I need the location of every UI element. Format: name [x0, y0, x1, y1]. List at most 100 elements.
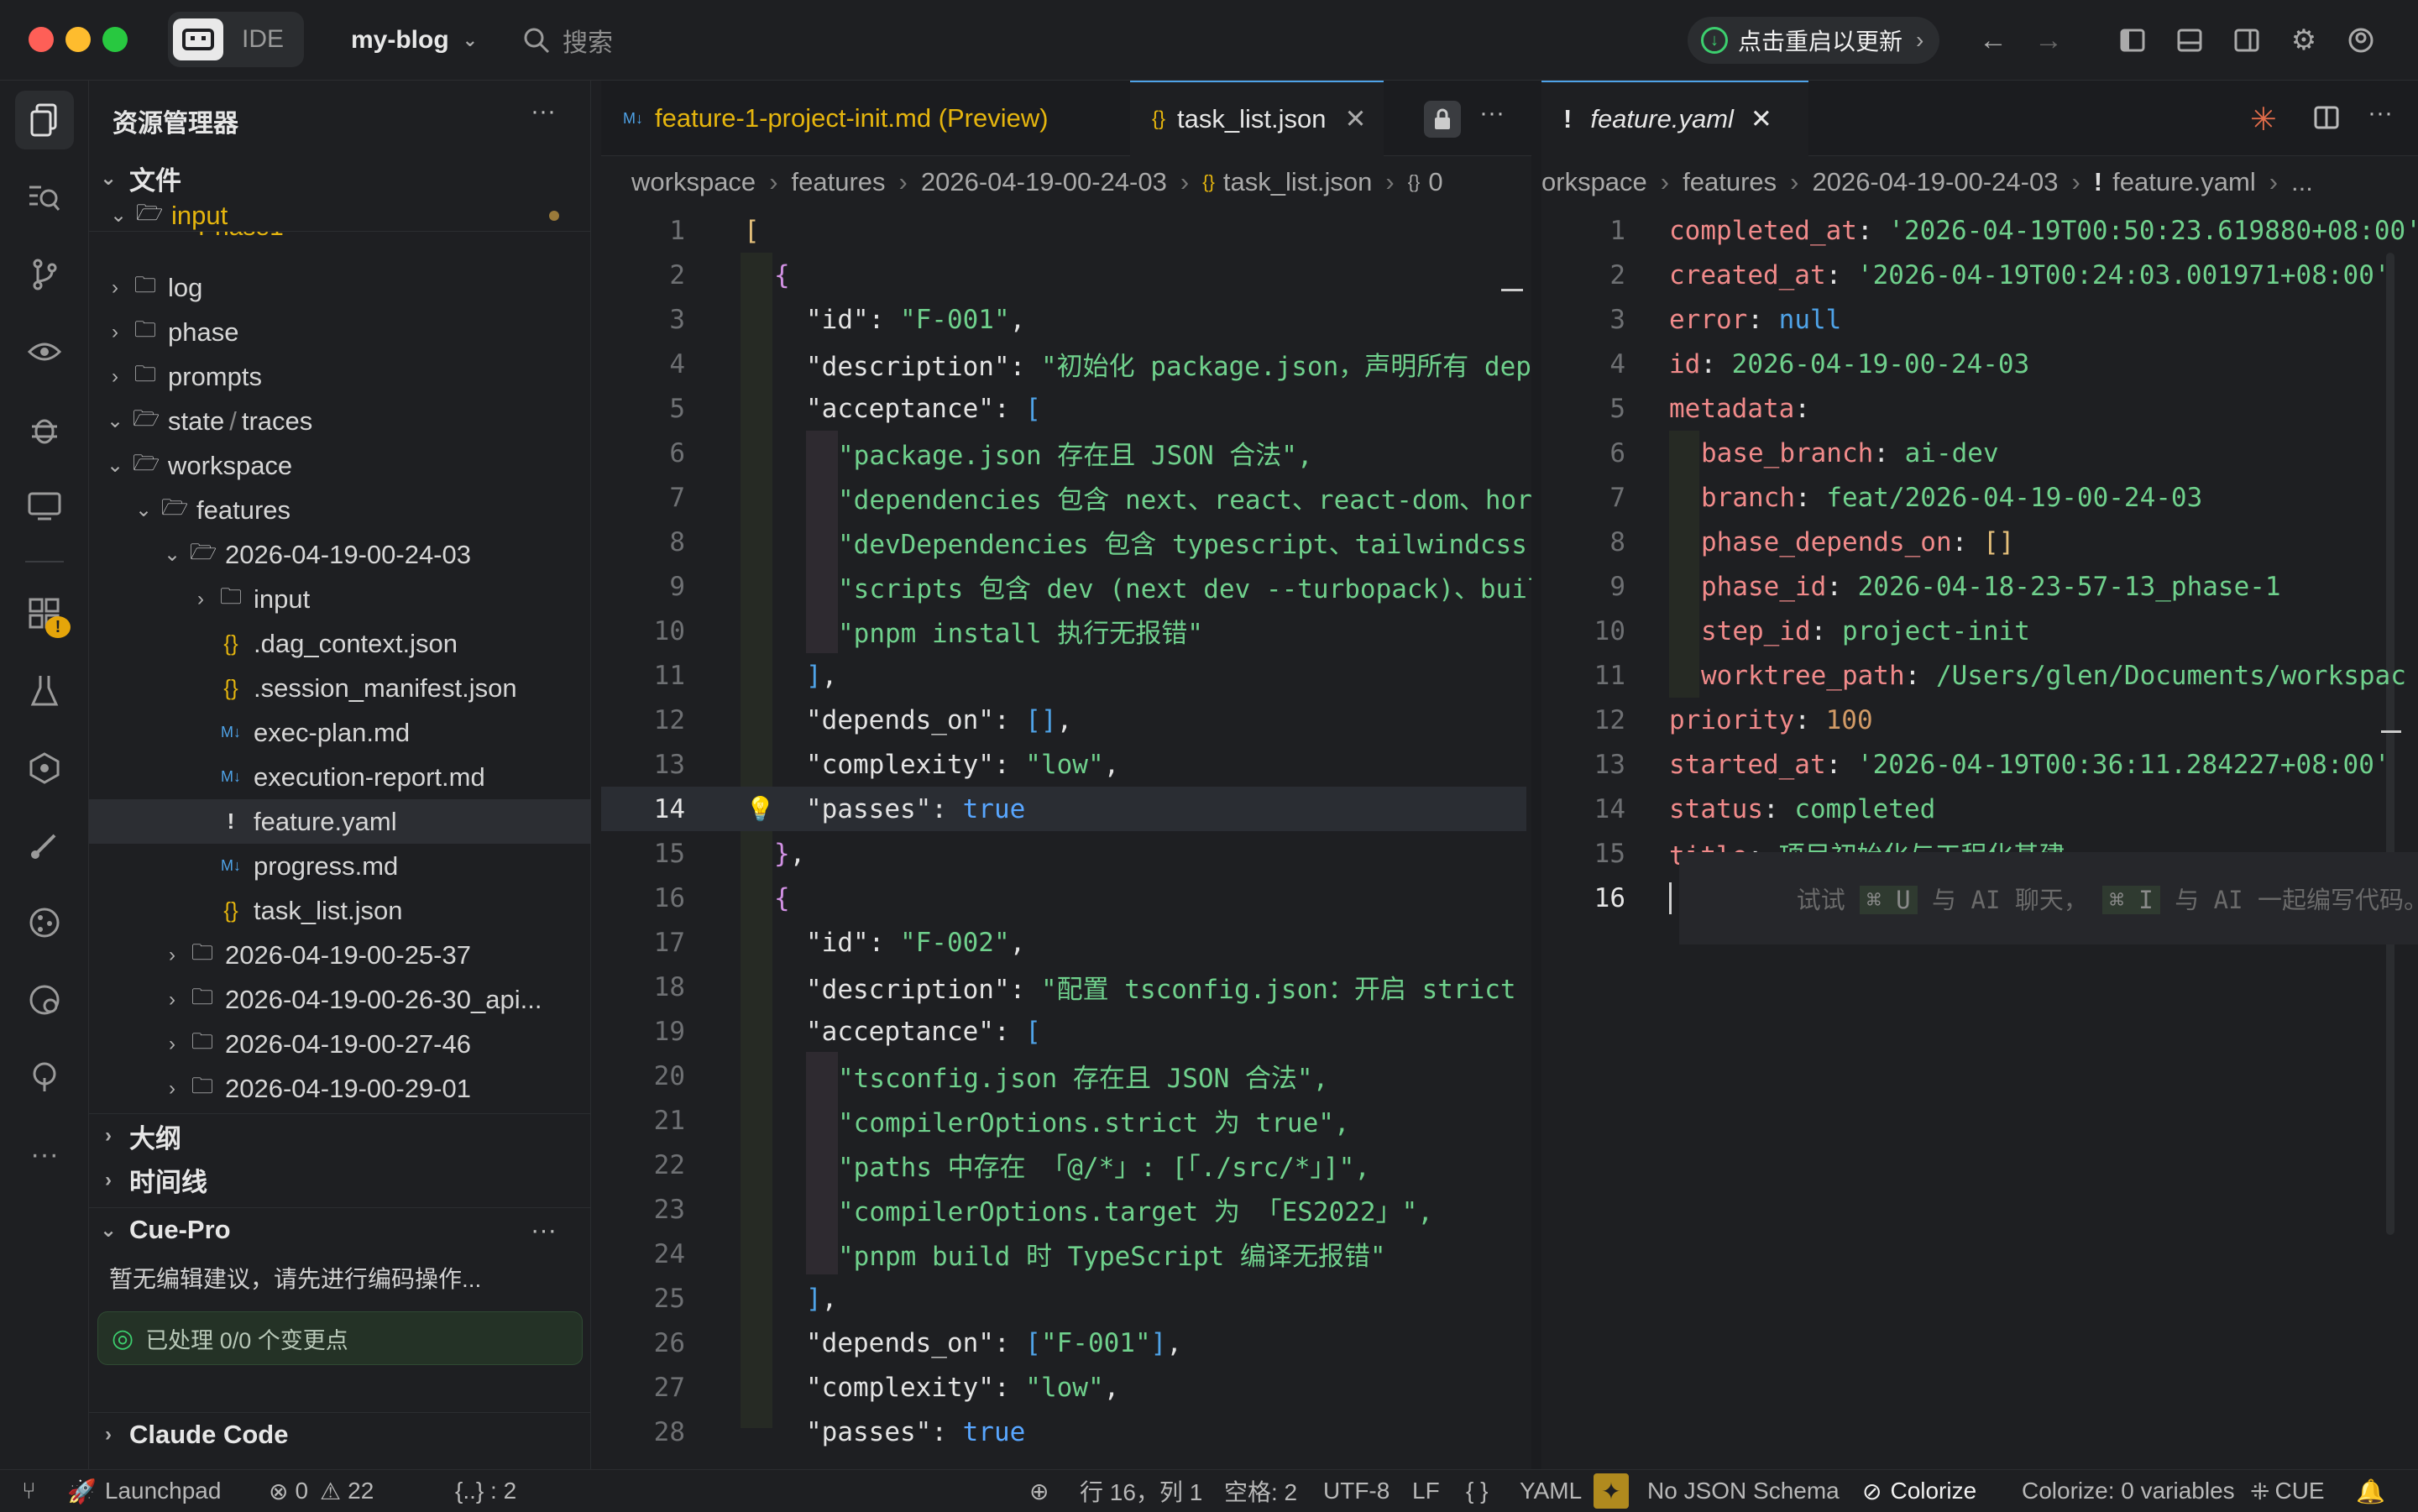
tab-feature-yaml[interactable]: ! feature.yaml ✕: [1541, 81, 1808, 156]
tree-item-state-traces[interactable]: ⌄ 🗁 state / traces: [89, 399, 591, 443]
breadcrumb-item[interactable]: features: [1683, 167, 1777, 197]
breadcrumb-item[interactable]: ...: [2291, 167, 2313, 197]
tree-item-feature-yaml[interactable]: ! feature.yaml: [89, 799, 591, 844]
project-switcher[interactable]: my-blog ⌄: [351, 20, 478, 60]
toggle-sidebar-icon[interactable]: [2116, 24, 2149, 57]
cue-pro-section-header[interactable]: ⌄ Cue-Pro ···: [89, 1207, 591, 1252]
gear-icon[interactable]: ⚙: [2287, 24, 2321, 57]
language-mode[interactable]: YAML: [1520, 1470, 1582, 1512]
source-control-icon[interactable]: [15, 245, 74, 304]
editor-splitter[interactable]: [1531, 81, 1541, 1469]
forward-arrow-icon[interactable]: →: [2028, 20, 2069, 60]
breadcrumb-item[interactable]: 2026-04-19-00-24-03: [921, 167, 1167, 197]
more-actions-icon[interactable]: ···: [2368, 99, 2393, 128]
explorer-icon[interactable]: [15, 91, 74, 149]
chevron-right-icon: ›: [169, 943, 175, 966]
problems-indicator[interactable]: ⊗ 0 ⚠ 22: [269, 1470, 374, 1512]
json-path-indicator[interactable]: {..} : 2: [455, 1470, 516, 1512]
code-editor-json[interactable]: 1[ 2{ 3 "id": "F-001", 4 "description": "初…: [601, 208, 1531, 1469]
more-icon[interactable]: ···: [15, 1125, 74, 1184]
ide-switcher[interactable]: IDE: [168, 12, 304, 67]
breadcrumb-item[interactable]: orkspace: [1541, 167, 1647, 197]
tree-item-workspace[interactable]: ⌄ 🗁 workspace: [89, 443, 591, 488]
indentation[interactable]: 空格: 2: [1224, 1470, 1297, 1512]
tree-item-run-folder-3[interactable]: › 🗀 2026-04-19-00-26-30_api...: [89, 977, 591, 1022]
remote-explorer-icon[interactable]: [15, 477, 74, 536]
more-actions-icon[interactable]: ···: [1479, 99, 1505, 128]
breadcrumb-item[interactable]: task_list.json: [1223, 167, 1372, 197]
toggle-secondary-sidebar-icon[interactable]: [2230, 24, 2264, 57]
close-icon[interactable]: ✕: [1751, 104, 1772, 134]
tree-item-prompts[interactable]: › 🗀 prompts: [89, 354, 591, 399]
extensions-icon[interactable]: !: [15, 584, 74, 643]
minimize-window-button[interactable]: [65, 27, 91, 52]
breadcrumb-item[interactable]: feature.yaml: [2112, 167, 2256, 197]
cue-pro-icon[interactable]: [15, 739, 74, 798]
tree-item-run-folder[interactable]: ⌄ 🗁 2026-04-19-00-24-03: [89, 532, 591, 577]
tree-item-session-manifest[interactable]: {} .session_manifest.json: [89, 666, 591, 710]
split-editor-icon[interactable]: [2314, 106, 2339, 133]
tree-item-dag-context[interactable]: {} .dag_context.json: [89, 621, 591, 666]
brush-icon[interactable]: [15, 816, 74, 875]
tree-item-phase[interactable]: › 🗀 phase: [89, 310, 591, 354]
code-line: 21 "compilerOptions.strict 为 true",: [653, 1105, 1350, 1139]
tree-item-log[interactable]: › 🗀 log: [89, 265, 591, 310]
tree-item-run-folder-4[interactable]: › 🗀 2026-04-19-00-27-46: [89, 1022, 591, 1066]
tab-feature-preview[interactable]: M↓ feature-1-project-init.md (Preview): [601, 81, 1130, 156]
tree-item-task-list[interactable]: {} task_list.json: [89, 888, 591, 933]
search-box[interactable]: 搜索: [522, 18, 613, 62]
close-window-button[interactable]: [29, 27, 54, 52]
tab-task-list[interactable]: {} task_list.json ✕: [1130, 81, 1384, 156]
zoom-window-button[interactable]: [102, 27, 128, 52]
search-files-icon[interactable]: [15, 168, 74, 227]
lightbulb-icon[interactable]: 💡: [746, 795, 775, 823]
zoom-icon[interactable]: ⊕: [1029, 1470, 1049, 1512]
cue-status[interactable]: ⁜ CUE: [2250, 1470, 2325, 1512]
json-schema-status[interactable]: No JSON Schema: [1647, 1470, 1840, 1512]
breadcrumb-item[interactable]: 0: [1428, 167, 1442, 197]
more-actions-icon[interactable]: ···: [531, 97, 556, 126]
timeline-section-header[interactable]: › 时间线: [89, 1158, 591, 1202]
update-button[interactable]: ↓ 点击重启以更新 ›: [1688, 17, 1939, 64]
lock-icon[interactable]: [1424, 101, 1461, 138]
tree-icon[interactable]: [15, 1048, 74, 1107]
notifications-bell-icon[interactable]: 🔔: [2356, 1470, 2385, 1512]
tree-item-execution-report[interactable]: M↓ execution-report.md: [89, 755, 591, 799]
colorize-button[interactable]: ⊘ Colorize: [1862, 1470, 1976, 1512]
ai-sparkle-icon[interactable]: ✳: [2250, 101, 2277, 139]
tree-item-exec-plan[interactable]: M↓ exec-plan.md: [89, 710, 591, 755]
back-arrow-icon[interactable]: ←: [1973, 20, 2013, 60]
outline-section-header[interactable]: › 大纲: [89, 1113, 591, 1158]
code-line: 25],: [653, 1283, 838, 1314]
cursor-position[interactable]: 行 16，列 1: [1080, 1470, 1202, 1512]
code-editor-yaml[interactable]: 1 completed_at: '2026-04-19T00:50:23.6198…: [1541, 208, 2418, 1469]
git-graph-icon[interactable]: [15, 893, 74, 952]
debug-icon[interactable]: [15, 400, 74, 458]
schema-icon[interactable]: ✦: [1594, 1473, 1629, 1509]
braces-icon[interactable]: { }: [1466, 1470, 1488, 1512]
toggle-panel-icon[interactable]: [2173, 24, 2206, 57]
files-section-header[interactable]: ⌄ 文件: [89, 156, 591, 201]
tree-item-progress[interactable]: M↓ progress.md: [89, 844, 591, 888]
account-icon[interactable]: [2344, 24, 2378, 57]
more-actions-icon[interactable]: ···: [531, 1215, 557, 1245]
breadcrumb-item[interactable]: workspace: [631, 167, 756, 197]
line-ending[interactable]: LF: [1412, 1470, 1440, 1512]
yaml-file-icon: !: [1563, 104, 1573, 133]
launchpad-button[interactable]: 🚀 Launchpad: [67, 1470, 221, 1512]
git-history-icon[interactable]: [15, 971, 74, 1029]
breadcrumb-item[interactable]: features: [792, 167, 886, 197]
tree-item-features[interactable]: ⌄ 🗁 features: [89, 488, 591, 532]
colorize-variables[interactable]: Colorize: 0 variables: [2022, 1470, 2235, 1512]
close-icon[interactable]: ✕: [1345, 104, 1367, 134]
tree-item-input[interactable]: › 🗀 input: [89, 577, 591, 621]
testing-flask-icon[interactable]: [15, 662, 74, 720]
breadcrumb-item[interactable]: 2026-04-19-00-24-03: [1812, 167, 2058, 197]
tree-item-run-folder-5[interactable]: › 🗀 2026-04-19-00-29-01: [89, 1066, 591, 1111]
tree-item-input-sticky[interactable]: ⌄ 🗁 input: [89, 200, 591, 232]
claude-code-section-header[interactable]: › Claude Code: [89, 1412, 591, 1457]
tree-item-run-folder-2[interactable]: › 🗀 2026-04-19-00-25-37: [89, 933, 591, 977]
source-control-status[interactable]: ⑂: [22, 1470, 36, 1512]
encoding[interactable]: UTF-8: [1323, 1470, 1390, 1512]
preview-eye-icon[interactable]: [15, 322, 74, 381]
